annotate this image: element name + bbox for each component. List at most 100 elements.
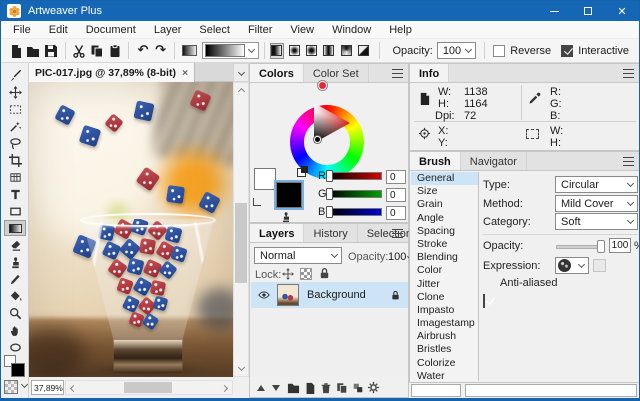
channel-handle-b[interactable] [326, 206, 333, 218]
gradient-style-diamond-button[interactable] [356, 43, 370, 59]
crop-tool[interactable] [4, 152, 26, 168]
hue-marker[interactable] [318, 81, 327, 90]
open-document-button[interactable] [25, 41, 43, 61]
menu-layer[interactable]: Layer [145, 22, 191, 38]
gradient-style-conical-button[interactable] [339, 43, 353, 59]
tab-colors[interactable]: Colors [250, 64, 304, 82]
rectangular-select-tool[interactable] [4, 101, 26, 117]
tab-close-icon[interactable]: × [182, 67, 188, 79]
duplicate-layer-button[interactable] [334, 380, 349, 395]
channel-value-g[interactable]: 0 [386, 188, 406, 202]
brush-category-airbrush[interactable]: Airbrush [411, 330, 478, 343]
brush-category-general[interactable]: General [411, 172, 478, 185]
tab-navigator[interactable]: Navigator [461, 152, 527, 170]
channel-value-r[interactable]: 0 [386, 170, 406, 184]
menu-document[interactable]: Document [77, 22, 145, 38]
menu-file[interactable]: File [4, 22, 40, 38]
clone-stamp-tool[interactable] [4, 254, 26, 270]
channel-handle-g[interactable] [326, 188, 333, 200]
undo-button[interactable]: ↶ [134, 41, 152, 61]
eraser-tool[interactable] [4, 237, 26, 253]
brush-opacity-slider[interactable] [556, 245, 602, 249]
lock-position-icon[interactable] [282, 268, 294, 280]
move-tool[interactable] [4, 84, 26, 100]
menu-select[interactable]: Select [190, 22, 239, 38]
channel-handle-r[interactable] [326, 170, 333, 182]
canvas-vertical-scrollbar[interactable] [233, 82, 249, 377]
foreground-color-swatch[interactable] [254, 168, 276, 190]
pattern-chevron-icon[interactable] [21, 381, 28, 388]
layer-row-background[interactable]: Background [251, 282, 408, 308]
minimize-button[interactable] [537, 1, 571, 21]
new-document-button[interactable] [7, 41, 25, 61]
menu-window[interactable]: Window [323, 22, 380, 38]
color-marker[interactable] [314, 136, 321, 143]
lock-transparency-icon[interactable] [300, 268, 312, 280]
brush-category-size[interactable]: Size [411, 185, 478, 198]
lock-all-icon[interactable] [318, 267, 331, 280]
brush-opacity-value[interactable]: 100 [609, 238, 631, 253]
brush-method-dropdown[interactable]: Mild Cover [555, 195, 638, 212]
ellipse-tool[interactable] [4, 339, 26, 355]
lasso-tool[interactable] [4, 135, 26, 151]
brush-category-colorize[interactable]: Colorize [411, 357, 478, 370]
pencil-tool[interactable] [4, 271, 26, 287]
default-colors-icon[interactable] [297, 166, 308, 177]
brush-category-jitter[interactable]: Jitter [411, 278, 478, 291]
toolbox-background-color-swatch[interactable] [11, 363, 25, 377]
channel-value-b[interactable]: 0 [386, 206, 406, 220]
brush-category-impasto[interactable]: Impasto [411, 304, 478, 317]
tab-history[interactable]: History [304, 224, 357, 242]
save-button[interactable] [42, 41, 60, 61]
copy-button[interactable] [88, 41, 106, 61]
document-tab[interactable]: PIC-017.jpg @ 37,89% (8-bit) × [29, 63, 195, 82]
brush-opacity-handle[interactable] [597, 240, 605, 253]
document-canvas[interactable] [29, 82, 233, 377]
panel-menu-icon[interactable] [392, 69, 403, 78]
interactive-checkbox[interactable] [561, 45, 573, 57]
brush-subcategory-dropdown[interactable]: Soft [555, 213, 638, 230]
layer-settings-gear-button[interactable] [366, 380, 381, 395]
cut-button[interactable] [71, 41, 89, 61]
antialiased-checkbox[interactable] [483, 294, 485, 308]
background-color-swatch[interactable] [276, 182, 302, 208]
gradient-style-square-button[interactable] [304, 43, 318, 59]
layer-effects-button[interactable] [350, 380, 365, 395]
move-layer-up-button[interactable] [253, 380, 268, 395]
paste-button[interactable] [106, 41, 124, 61]
menu-view[interactable]: View [281, 22, 323, 38]
zoom-level-field[interactable]: 37,89% [31, 380, 64, 395]
gradient-style-reflected-button[interactable] [322, 43, 336, 59]
brush-category-color[interactable]: Color [411, 264, 478, 277]
brush-category-spacing[interactable]: Spacing [411, 225, 478, 238]
blend-mode-dropdown[interactable]: Normal [254, 247, 342, 264]
tab-layers[interactable]: Layers [250, 224, 304, 242]
tab-info[interactable]: Info [410, 64, 449, 82]
brush-category-clone[interactable]: Clone [411, 291, 478, 304]
menu-edit[interactable]: Edit [40, 22, 77, 38]
reverse-checkbox[interactable] [493, 45, 505, 57]
canvas-horizontal-scrollbar[interactable] [65, 380, 233, 395]
tab-color-set[interactable]: Color Set [304, 64, 369, 82]
paint-bucket-tool[interactable] [4, 288, 26, 304]
menu-help[interactable]: Help [380, 22, 421, 38]
gradient-style-radial-button[interactable] [287, 43, 301, 59]
tab-list-dropdown[interactable] [233, 63, 249, 82]
brush-tool[interactable] [4, 67, 26, 83]
expression-dropdown[interactable] [555, 257, 589, 274]
expression-settings-button[interactable] [593, 259, 606, 272]
zoom-tool[interactable] [4, 305, 26, 321]
channel-slider-r[interactable] [328, 172, 382, 180]
brush-category-imagestamp[interactable]: Imagestamp [411, 317, 478, 330]
opacity-dropdown[interactable]: 100 [437, 42, 477, 59]
delete-layer-button[interactable] [318, 380, 333, 395]
panel-menu-icon[interactable] [623, 157, 634, 166]
menu-filter[interactable]: Filter [239, 22, 281, 38]
magic-wand-tool[interactable] [4, 118, 26, 134]
layer-visibility-eye-icon[interactable] [257, 289, 271, 301]
channel-slider-b[interactable] [328, 208, 382, 216]
shape-tool[interactable] [4, 203, 26, 219]
panel-menu-icon[interactable] [392, 229, 403, 238]
move-layer-down-button[interactable] [268, 380, 283, 395]
text-tool[interactable] [4, 186, 26, 202]
